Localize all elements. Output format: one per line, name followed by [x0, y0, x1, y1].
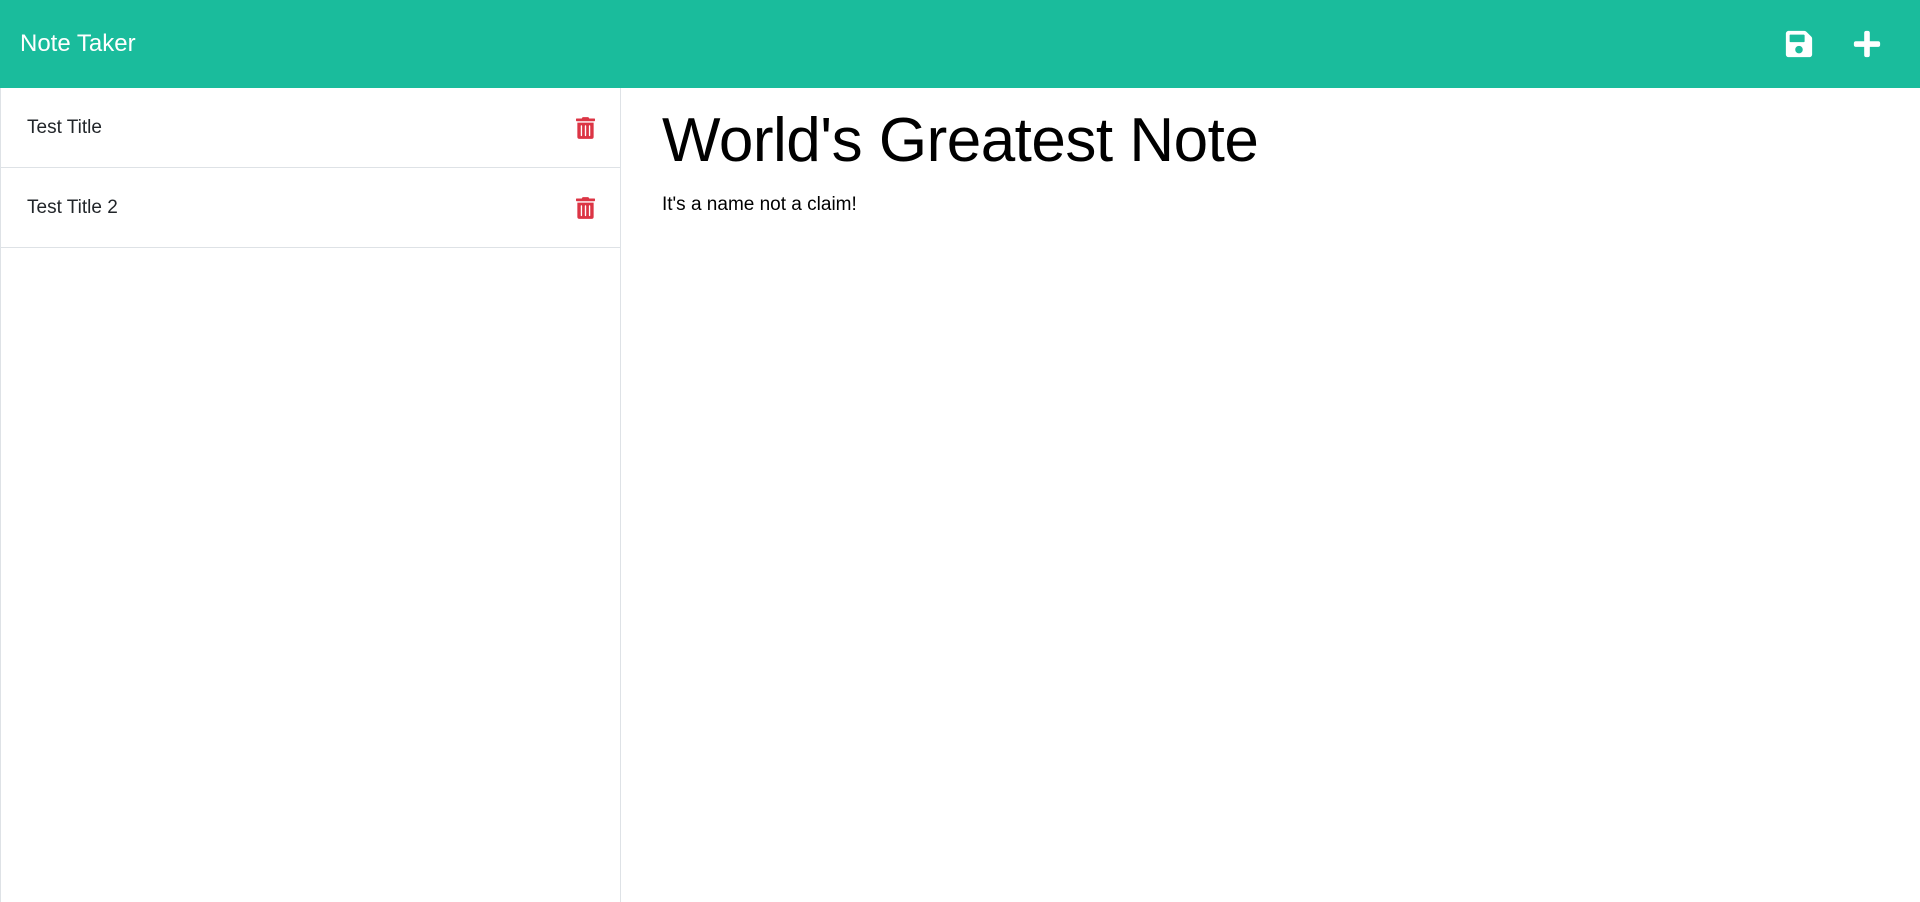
save-icon	[1785, 30, 1813, 58]
navbar: Note Taker	[0, 0, 1920, 88]
trash-icon	[575, 196, 595, 219]
note-list-item[interactable]: Test Title	[1, 88, 620, 168]
delete-note-button[interactable]	[574, 116, 596, 140]
note-editor: World's Greatest Note It's a name not a …	[622, 88, 1920, 902]
app-brand[interactable]: Note Taker	[20, 32, 136, 56]
save-note-button[interactable]	[1782, 27, 1816, 61]
note-title-field[interactable]: World's Greatest Note	[662, 104, 1880, 178]
nav-actions	[1782, 27, 1900, 61]
note-list-item[interactable]: Test Title 2	[1, 168, 620, 248]
new-note-button[interactable]	[1850, 27, 1884, 61]
notes-sidebar: Test Title Test Title 2	[0, 88, 621, 902]
plus-icon	[1853, 30, 1881, 58]
trash-icon	[575, 116, 595, 139]
note-text-field[interactable]: It's a name not a claim!	[662, 194, 1880, 216]
note-title[interactable]: Test Title	[27, 117, 102, 139]
note-title[interactable]: Test Title 2	[27, 197, 118, 219]
delete-note-button[interactable]	[574, 196, 596, 220]
note-list: Test Title Test Title 2	[1, 88, 620, 248]
